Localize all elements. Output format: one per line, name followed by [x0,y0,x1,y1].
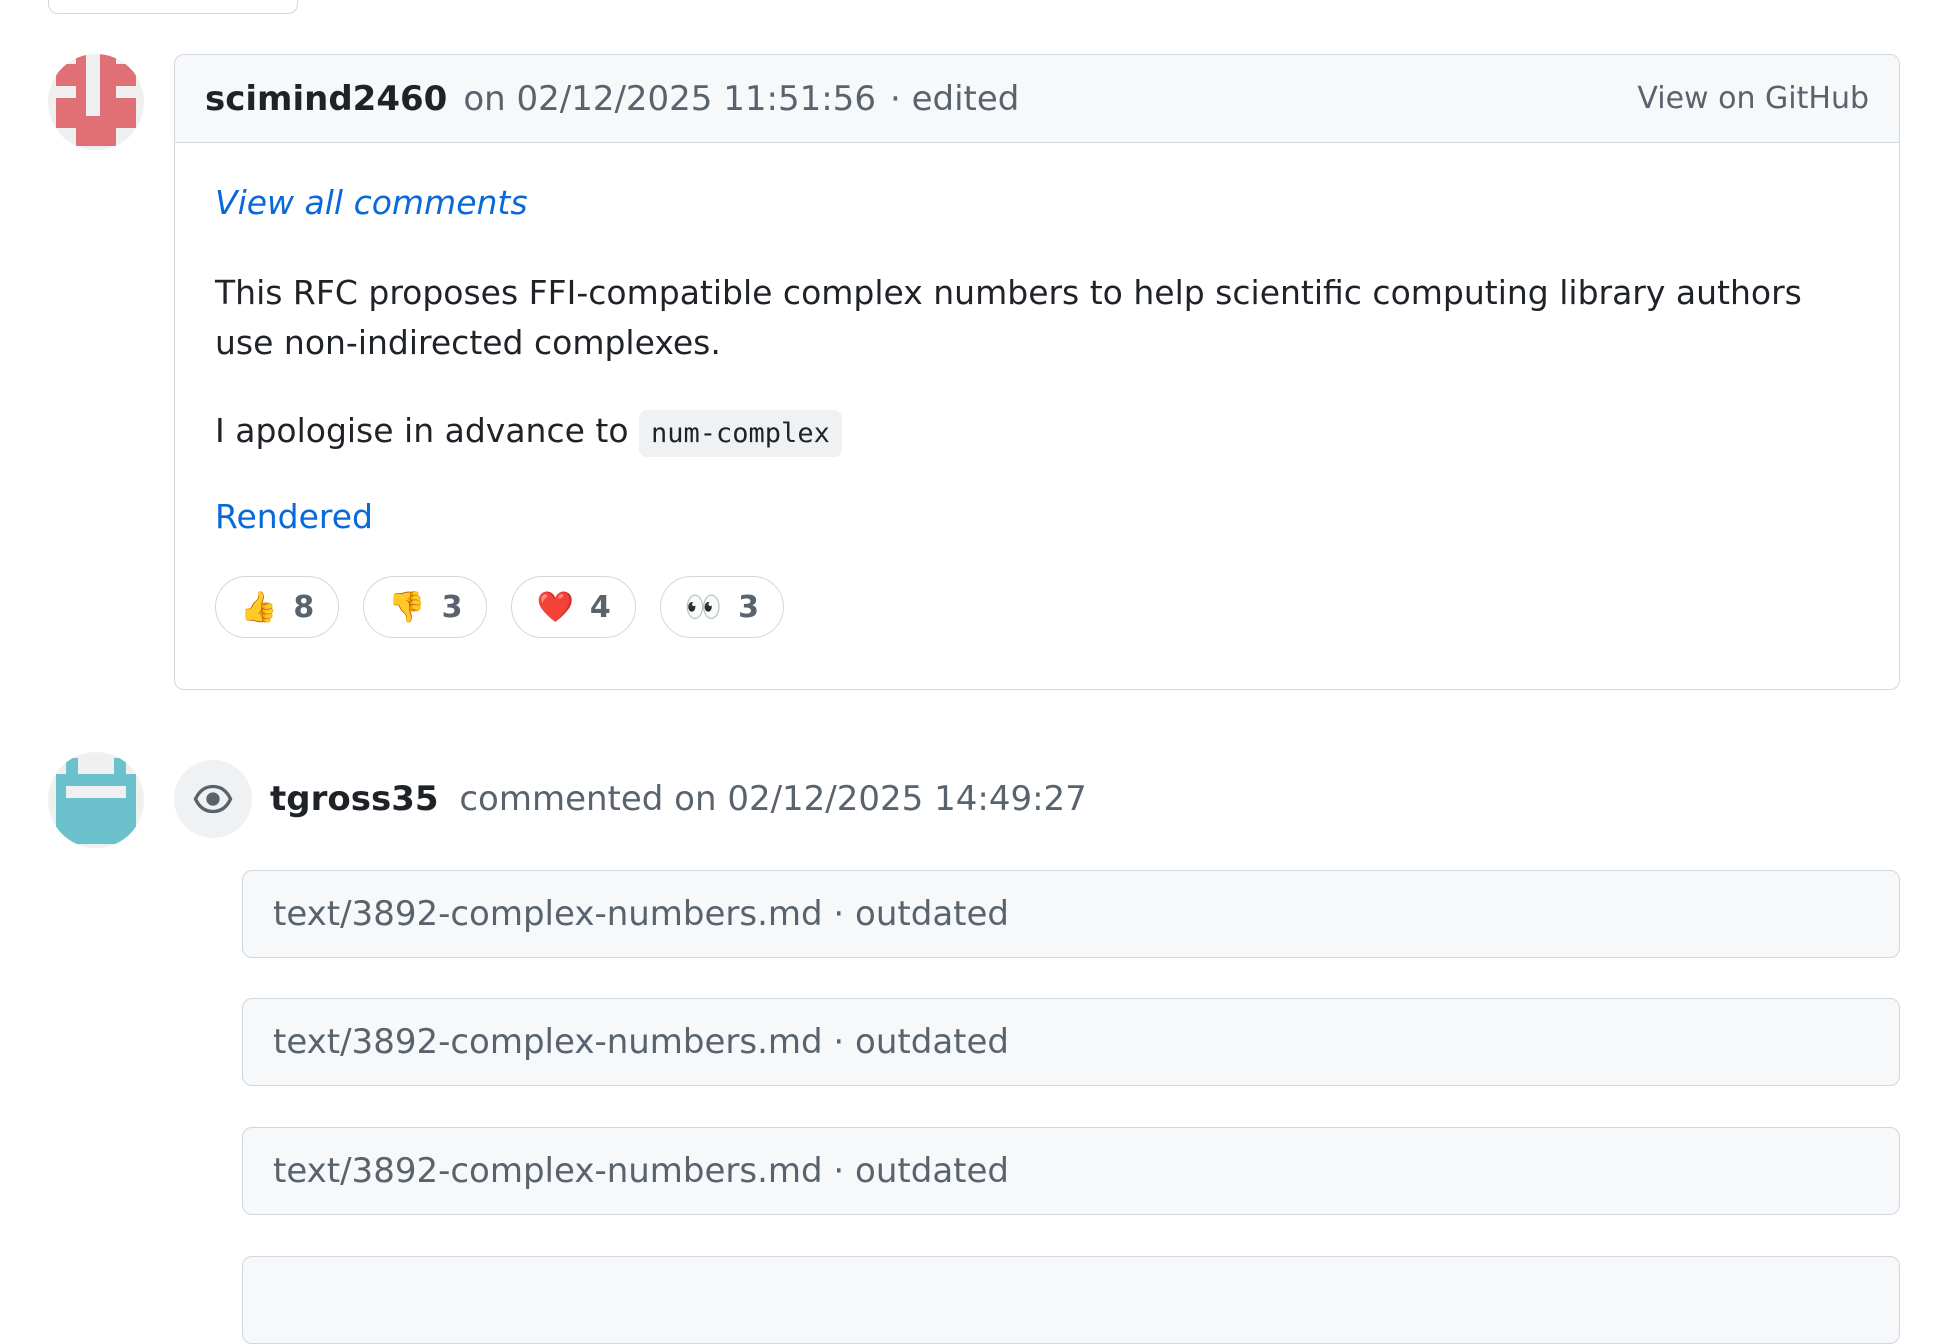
comment-author[interactable]: scimind2460 [205,79,447,119]
comment-paragraph-apology: I apologise in advance to num-complex [215,406,1855,459]
reaction-count: 8 [293,589,315,625]
view-on-github-link[interactable]: View on GitHub [1637,81,1869,116]
comment-timestamp: on 02/12/2025 11:51:56 [463,78,876,119]
comment-header: scimind2460 on 02/12/2025 11:51:56 · edi… [175,55,1899,143]
apology-text: I apologise in advance to [215,411,640,450]
eye-icon [174,760,252,838]
view-all-comments-link[interactable]: View all comments [215,183,528,222]
outdated-file-row[interactable]: text/3892-complex-numbers.md · outdated [242,1127,1900,1215]
inline-code: num-complex [639,410,842,457]
edited-label[interactable]: · edited [890,79,1019,119]
heart-icon: ❤️ [536,589,574,625]
comment-card: scimind2460 on 02/12/2025 11:51:56 · edi… [174,54,1900,690]
outdated-file-row[interactable]: text/3892-complex-numbers.md · outdated [242,870,1900,958]
reaction-eyes[interactable]: 👀 3 [659,576,784,638]
reaction-thumbs-down[interactable]: 👎 3 [363,576,488,638]
thumbs-up-icon: 👍 [240,589,278,625]
reaction-count: 3 [441,589,463,625]
comment-paragraph: This RFC proposes FFI-compatible complex… [215,273,1802,362]
reaction-count: 4 [589,589,611,625]
rendered-link[interactable]: Rendered [215,497,373,536]
reaction-thumbs-up[interactable]: 👍 8 [215,576,340,638]
avatar[interactable] [48,752,144,848]
reactions-bar: 👍 8 👎 3 ❤️ 4 👀 3 [215,576,1859,638]
event-line: tgross35 commented on 02/12/2025 14:49:2… [270,776,1087,822]
event-action: commented on 02/12/2025 14:49:27 [459,779,1087,819]
comment-body: View all comments This RFC proposes FFI-… [175,143,1899,638]
thumbs-down-icon: 👎 [388,589,426,625]
outdated-file-row[interactable]: text/3892-complex-numbers.md · outdated [242,998,1900,1086]
reaction-heart[interactable]: ❤️ 4 [511,576,636,638]
outdated-file-row-partial[interactable] [242,1256,1900,1344]
reaction-count: 3 [738,589,759,625]
avatar[interactable] [48,54,144,150]
previous-item-box [48,0,298,14]
event-author[interactable]: tgross35 [270,779,439,819]
eyes-icon: 👀 [684,589,723,625]
